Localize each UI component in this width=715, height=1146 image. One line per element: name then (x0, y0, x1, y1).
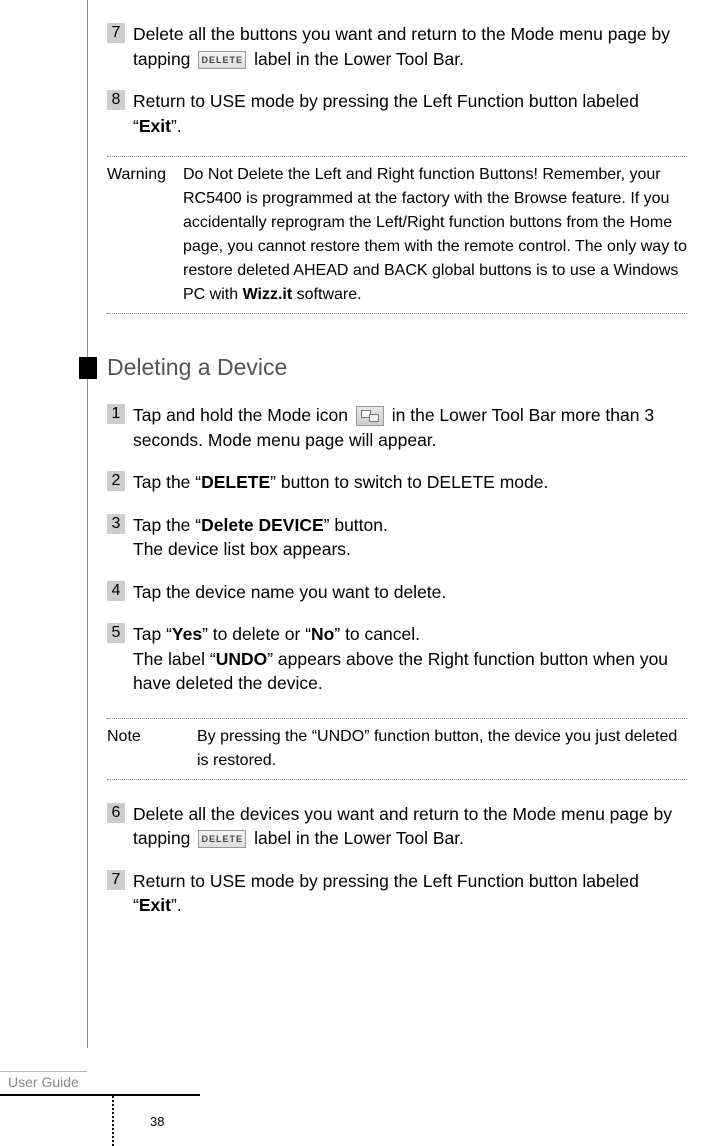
step-4: 4 Tap the device name you want to delete… (107, 580, 687, 605)
bold-text: Wizz.it (243, 286, 293, 303)
step-text: Delete all the buttons you want and retu… (133, 22, 687, 71)
step-number: 4 (107, 581, 125, 601)
user-guide-label: User Guide (8, 1074, 79, 1090)
bold-text: Yes (172, 624, 202, 644)
text: Tap and hold the Mode icon (133, 405, 353, 425)
step-text: Tap and hold the Mode icon in the Lower … (133, 403, 687, 452)
step-8a: 8 Return to USE mode by pressing the Lef… (107, 89, 687, 138)
step-7b: 7 Return to USE mode by pressing the Lef… (107, 869, 687, 918)
step-5: 5 Tap “Yes” to delete or “No” to cancel.… (107, 622, 687, 696)
bold-text: Delete DEVICE (201, 515, 324, 535)
step-1: 1 Tap and hold the Mode icon in the Lowe… (107, 403, 687, 452)
step-text: Tap the device name you want to delete. (133, 580, 687, 605)
step-7a: 7 Delete all the buttons you want and re… (107, 22, 687, 71)
step-number: 7 (107, 23, 125, 43)
text: ” button. (324, 515, 388, 535)
section-marker-icon (79, 357, 97, 379)
step-number: 7 (107, 870, 125, 890)
step-number: 6 (107, 803, 125, 823)
text: ” to delete or “ (202, 624, 311, 644)
footer-dotted-line (112, 1096, 114, 1146)
step-6: 6 Delete all the devices you want and re… (107, 802, 687, 851)
note-text: By pressing the “UNDO” function button, … (197, 725, 687, 773)
text: Tap the “ (133, 472, 201, 492)
text: soft­ware. (292, 286, 361, 303)
heading-text: Deleting a Device (107, 354, 287, 381)
text: Return to USE mode by pressing the Left … (133, 871, 639, 916)
bold-text: Exit (139, 895, 171, 915)
warning-label: Warning (107, 163, 183, 307)
text: Tap the “ (133, 515, 201, 535)
bold-text: UNDO (216, 649, 268, 669)
text: ”. (171, 116, 182, 136)
warning-block: Warning Do Not Delete the Left and Right… (107, 156, 687, 314)
text: ” to cancel. (334, 624, 420, 644)
delete-icon: DELETE (198, 51, 246, 69)
bold-text: No (311, 624, 334, 644)
text: The label “ (133, 649, 216, 669)
footer-line-gray (0, 1071, 87, 1072)
text: label in the Lower Tool Bar. (249, 828, 464, 848)
note-block: Note By pressing the “UNDO” function but… (107, 718, 687, 780)
text: label in the Lower Tool Bar. (249, 49, 464, 69)
step-number: 3 (107, 514, 125, 534)
mode-icon (356, 406, 384, 426)
step-text: Return to USE mode by pressing the Left … (133, 869, 687, 918)
step-3: 3 Tap the “Delete DEVICE” button. The de… (107, 513, 687, 562)
text: Do Not Delete the Left and Right functio… (183, 166, 687, 303)
text: The device list box appears. (133, 539, 351, 559)
bold-text: DELETE (201, 472, 270, 492)
text: ”. (171, 895, 182, 915)
page-content: 7 Delete all the buttons you want and re… (87, 22, 687, 936)
step-2: 2 Tap the “DELETE” button to switch to D… (107, 470, 687, 495)
text: ” button to switch to DELETE mode. (270, 472, 548, 492)
text: Return to USE mode by pressing the Left … (133, 91, 639, 136)
note-label: Note (107, 725, 197, 773)
bold-text: Exit (139, 116, 171, 136)
step-text: Delete all the devices you want and retu… (133, 802, 687, 851)
step-number: 5 (107, 623, 125, 643)
footer-line-black (0, 1094, 200, 1096)
step-number: 8 (107, 90, 125, 110)
step-text: Tap “Yes” to delete or “No” to cancel. T… (133, 622, 687, 696)
delete-icon: DELETE (198, 830, 246, 848)
section-heading: Deleting a Device (107, 354, 687, 381)
page-number: 38 (150, 1114, 164, 1129)
warning-text: Do Not Delete the Left and Right functio… (183, 163, 687, 307)
text: Tap “ (133, 624, 172, 644)
step-text: Return to USE mode by pressing the Left … (133, 89, 687, 138)
step-text: Tap the “DELETE” button to switch to DEL… (133, 470, 687, 495)
step-text: Tap the “Delete DEVICE” button. The devi… (133, 513, 687, 562)
step-number: 1 (107, 404, 125, 424)
step-number: 2 (107, 471, 125, 491)
